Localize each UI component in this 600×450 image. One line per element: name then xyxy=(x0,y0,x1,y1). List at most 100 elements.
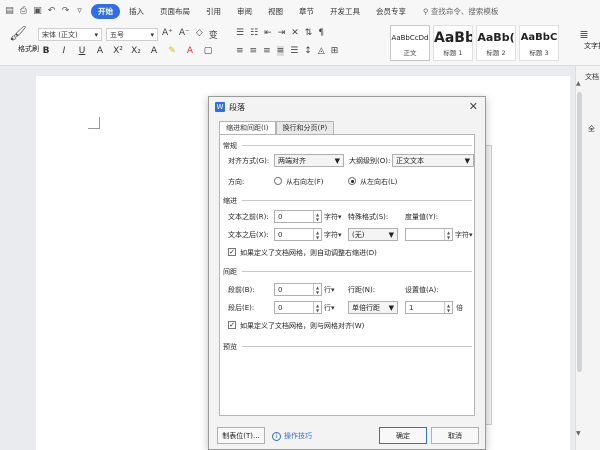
special-format-select[interactable]: (无) ▼ xyxy=(348,228,398,241)
measure-label: 度量值(Y): xyxy=(405,213,439,221)
font-effect-icon[interactable]: A xyxy=(94,46,106,56)
special-format-label: 特殊格式(S): xyxy=(348,213,389,221)
dropdown-icon[interactable]: ▿ xyxy=(74,6,85,16)
line-spacing-icon[interactable]: ↕ xyxy=(304,46,312,56)
clear-format-icon[interactable]: ◇ xyxy=(196,28,203,41)
tab-page-layout[interactable]: 页面布局 xyxy=(153,4,197,19)
measure-input[interactable]: ▲ ▼ xyxy=(405,228,453,241)
font-color-icon[interactable]: A xyxy=(184,46,196,56)
close-icon[interactable]: ✕ xyxy=(469,100,478,113)
space-after-unit[interactable]: 行▾ xyxy=(324,303,335,313)
cancel-button[interactable]: 取消 xyxy=(431,427,479,444)
distribute-icon[interactable]: ☰ xyxy=(290,46,298,56)
spin-arrows-icon[interactable]: ▲ ▼ xyxy=(313,229,321,240)
indent-after-input[interactable]: 0 ▲ ▼ xyxy=(274,228,322,241)
auto-right-indent-checkbox[interactable]: ✓ xyxy=(228,248,236,256)
spin-arrows-icon[interactable]: ▲ ▼ xyxy=(444,302,452,313)
ok-button[interactable]: 确定 xyxy=(379,427,427,444)
show-marks-icon[interactable]: ¶ xyxy=(318,28,324,38)
align-left-icon[interactable]: ≡ xyxy=(236,46,244,56)
italic-icon[interactable]: I xyxy=(58,46,70,56)
number-list-icon[interactable]: ☷ xyxy=(250,28,258,38)
spin-arrows-icon[interactable]: ▲ ▼ xyxy=(313,302,321,313)
style-heading-3[interactable]: AaBbC 标题 3 xyxy=(519,25,559,61)
indent-before-input[interactable]: 0 ▲ ▼ xyxy=(274,210,322,223)
snap-to-grid-checkbox[interactable]: ✓ xyxy=(228,321,236,329)
setting-value-input[interactable]: 1 ▲ ▼ xyxy=(405,301,453,314)
indent-icon[interactable]: ⇥ xyxy=(278,28,286,38)
highlight-icon[interactable]: ✎ xyxy=(166,46,178,56)
paragraph-dialog: W 段落 ✕ 缩进和间距(I) 换行和分页(P) 常规 对齐方式(G): 两端对… xyxy=(208,96,486,450)
tab-view[interactable]: 视图 xyxy=(261,4,290,19)
scroll-down-icon[interactable]: ▼ xyxy=(576,430,581,437)
indent-before-label: 文本之前(R): xyxy=(228,213,269,221)
format-painter-button[interactable]: 🖌 格式刷 xyxy=(4,26,39,53)
tab-line-page-breaks[interactable]: 换行和分页(P) xyxy=(275,121,335,134)
scroll-up-icon[interactable]: ▲ xyxy=(576,80,581,87)
vertical-scrollbar[interactable] xyxy=(577,92,582,372)
redo-icon[interactable]: ↷ xyxy=(60,6,71,16)
superscript-icon[interactable]: X² xyxy=(112,46,124,56)
spin-arrows-icon[interactable]: ▲ ▼ xyxy=(313,211,321,222)
font-size-select[interactable]: 五号 ▾ xyxy=(106,28,158,41)
tab-stops-button[interactable]: 制表位(T)... xyxy=(217,427,265,444)
grow-font-icon[interactable]: A⁺ xyxy=(162,28,173,41)
space-before-input[interactable]: 0 ▲ ▼ xyxy=(274,283,322,296)
phonetic-icon[interactable]: 变 xyxy=(209,28,218,41)
subscript-icon[interactable]: X₂ xyxy=(130,46,142,56)
space-before-unit[interactable]: 行▾ xyxy=(324,285,335,295)
print-icon[interactable]: ⎙ xyxy=(18,6,29,16)
align-center-icon[interactable]: ≡ xyxy=(250,46,258,56)
export-icon[interactable]: ▣ xyxy=(32,6,43,16)
save-icon[interactable]: ▤ xyxy=(4,6,15,16)
tab-insert[interactable]: 插入 xyxy=(122,4,151,19)
align-right-icon[interactable]: ≡ xyxy=(263,46,271,56)
indent-after-unit[interactable]: 字符▾ xyxy=(324,230,342,240)
line-spacing-select[interactable]: 单倍行距 ▼ xyxy=(348,301,398,314)
shrink-font-icon[interactable]: A⁻ xyxy=(179,28,190,41)
borders-icon[interactable]: ⊞ xyxy=(331,46,339,56)
preview-box xyxy=(226,353,470,411)
style-heading-2[interactable]: AaBb( 标题 2 xyxy=(476,25,516,61)
bold-icon[interactable]: B xyxy=(40,46,52,56)
tab-chapter[interactable]: 章节 xyxy=(292,4,321,19)
style-heading-1[interactable]: AaBb 标题 1 xyxy=(433,25,473,61)
divider xyxy=(242,346,472,347)
bullet-list-icon[interactable]: ☰ xyxy=(236,28,244,38)
char-border-icon[interactable]: ▢ xyxy=(202,46,214,56)
spin-arrows-icon[interactable]: ▲ ▼ xyxy=(444,229,452,240)
outdent-icon[interactable]: ⇤ xyxy=(264,28,272,38)
spin-arrows-icon[interactable]: ▲ ▼ xyxy=(313,284,321,295)
tab-indent-spacing[interactable]: 缩进和间距(I) xyxy=(219,121,276,134)
page-margin-corner xyxy=(88,117,100,129)
tab-references[interactable]: 引用 xyxy=(199,4,228,19)
setting-value-label: 设置值(A): xyxy=(405,286,439,294)
chevron-down-icon: ▼ xyxy=(464,156,470,165)
tab-home[interactable]: 开始 xyxy=(91,3,120,19)
tab-developer[interactable]: 开发工具 xyxy=(323,4,367,19)
ltr-radio[interactable] xyxy=(348,177,356,185)
style-normal[interactable]: AaBbCcDd 正文 xyxy=(390,25,430,61)
rtl-label: 从右向左(F) xyxy=(286,178,324,186)
outline-level-select[interactable]: 正文文本 ▼ xyxy=(392,154,474,167)
indent-before-unit[interactable]: 字符▾ xyxy=(324,212,342,222)
sort-icon[interactable]: ⇅ xyxy=(305,28,313,38)
shading-icon[interactable]: ◬ xyxy=(318,46,325,56)
measure-unit[interactable]: 字符▾ xyxy=(455,230,473,240)
underline-icon[interactable]: U xyxy=(76,46,88,56)
section-general: 常规 xyxy=(223,142,237,150)
justify-icon[interactable]: ≡ xyxy=(276,46,285,56)
alignment-select[interactable]: 两端对齐 ▼ xyxy=(274,154,344,167)
tab-member[interactable]: 会员专享 xyxy=(369,4,413,19)
font-name-select[interactable]: 宋体 (正文) ▾ xyxy=(38,28,102,41)
rtl-radio[interactable] xyxy=(274,177,282,185)
tab-review[interactable]: 审阅 xyxy=(230,4,259,19)
undo-icon[interactable]: ↶ xyxy=(46,6,57,16)
indent-after-label: 文本之后(X): xyxy=(228,231,269,239)
tips-link[interactable]: i 操作技巧 xyxy=(272,431,312,441)
text-layout-button[interactable]: ≣ 文字排版 xyxy=(568,28,600,50)
command-search[interactable]: ⚲ 查找命令、搜索模板 xyxy=(423,6,498,17)
chinese-layout-icon[interactable]: ✕ xyxy=(291,28,299,38)
space-after-input[interactable]: 0 ▲ ▼ xyxy=(274,301,322,314)
text-effect-icon[interactable]: A xyxy=(148,46,160,56)
